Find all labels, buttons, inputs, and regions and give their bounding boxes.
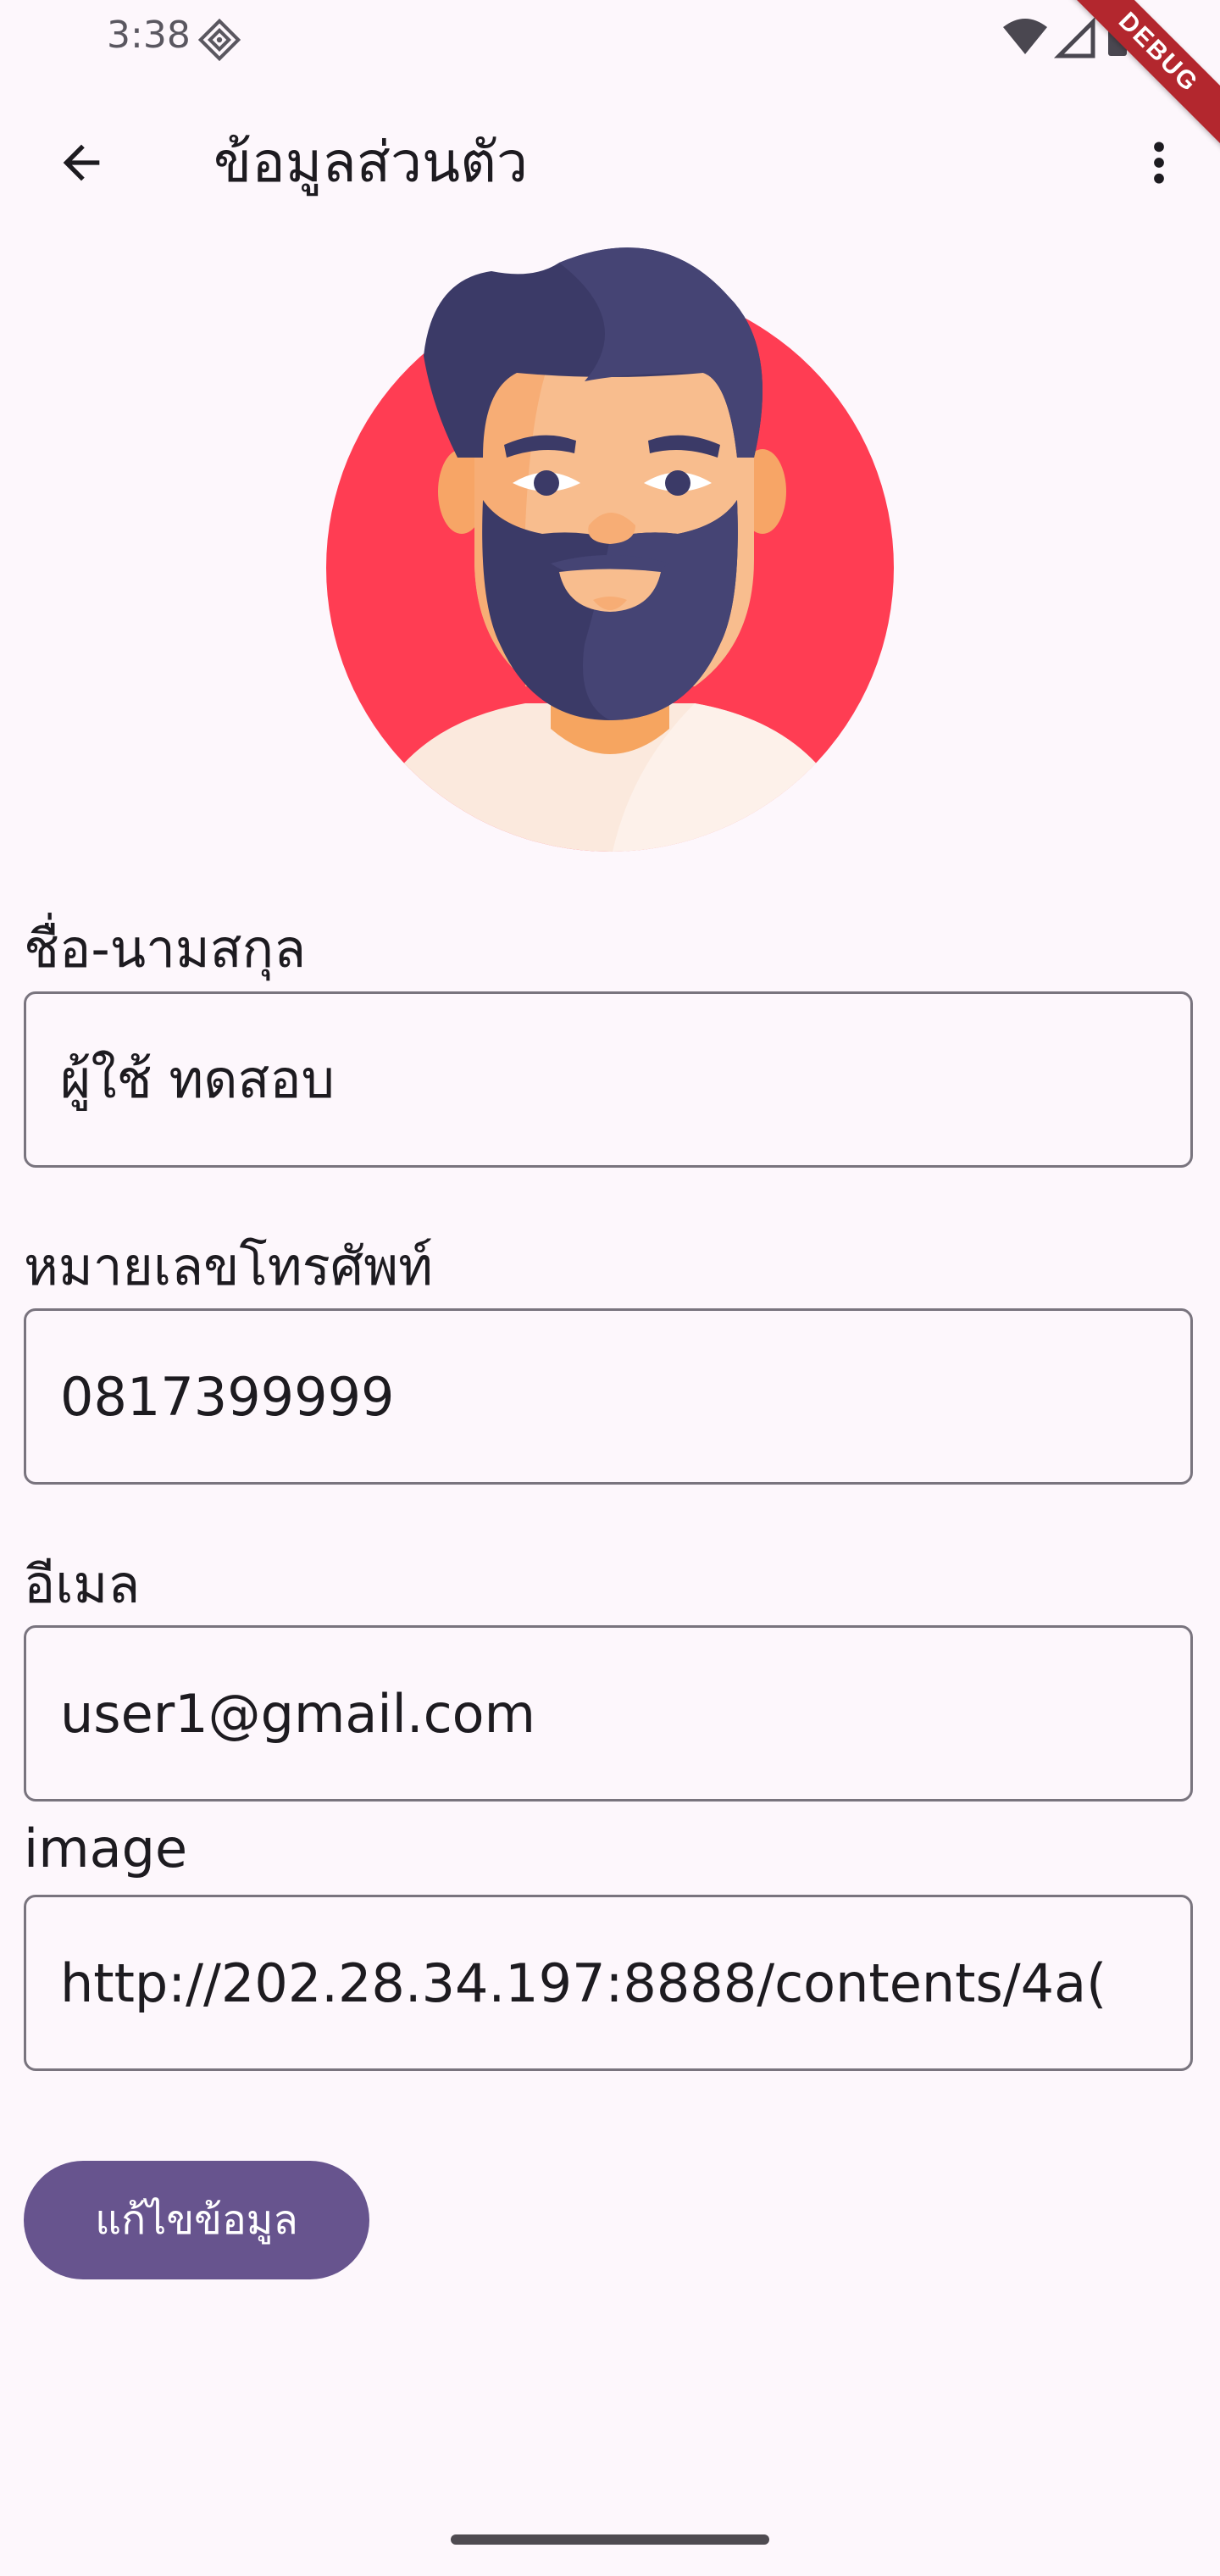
bearded-man-avatar-icon <box>326 247 894 852</box>
email-input[interactable] <box>60 1628 1187 1799</box>
email-field[interactable] <box>24 1625 1193 1802</box>
avatar <box>305 246 915 864</box>
profile-screen: 3:38 DEBUG ข้อมูลส่วนตัว ชื่อ-นามสกุล ผู… <box>0 0 1220 2576</box>
phone-input[interactable] <box>60 1311 1187 1482</box>
page-title: ข้อมูลส่วนตัว <box>214 130 529 195</box>
image-url-input[interactable] <box>60 1897 1187 2068</box>
name-input[interactable] <box>60 994 1187 1165</box>
status-bar: 3:38 DEBUG <box>0 0 1220 166</box>
image-field[interactable] <box>24 1895 1193 2071</box>
app-bar: ข้อมูลส่วนตัว <box>0 95 1220 220</box>
arrow-back-icon <box>63 144 100 181</box>
more-vert-icon <box>1154 142 1164 184</box>
phone-label: หมายเลขโทรศัพท์ <box>24 1235 434 1297</box>
status-time: 3:38 <box>107 14 191 57</box>
wifi-icon <box>1003 19 1047 54</box>
cellular-signal-icon <box>1053 16 1095 58</box>
edit-profile-button[interactable]: แก้ไขข้อมูล <box>24 2161 369 2279</box>
notification-app-icon <box>197 18 241 62</box>
image-label: image <box>24 1818 188 1879</box>
gesture-nav-handle[interactable] <box>451 2534 769 2545</box>
name-label: ชื่อ-นามสกุล <box>24 918 307 980</box>
back-button[interactable] <box>37 119 125 207</box>
phone-field[interactable] <box>24 1308 1193 1485</box>
name-field[interactable] <box>24 991 1193 1168</box>
more-options-button[interactable] <box>1115 119 1203 207</box>
email-label: อีเมล <box>24 1553 141 1615</box>
